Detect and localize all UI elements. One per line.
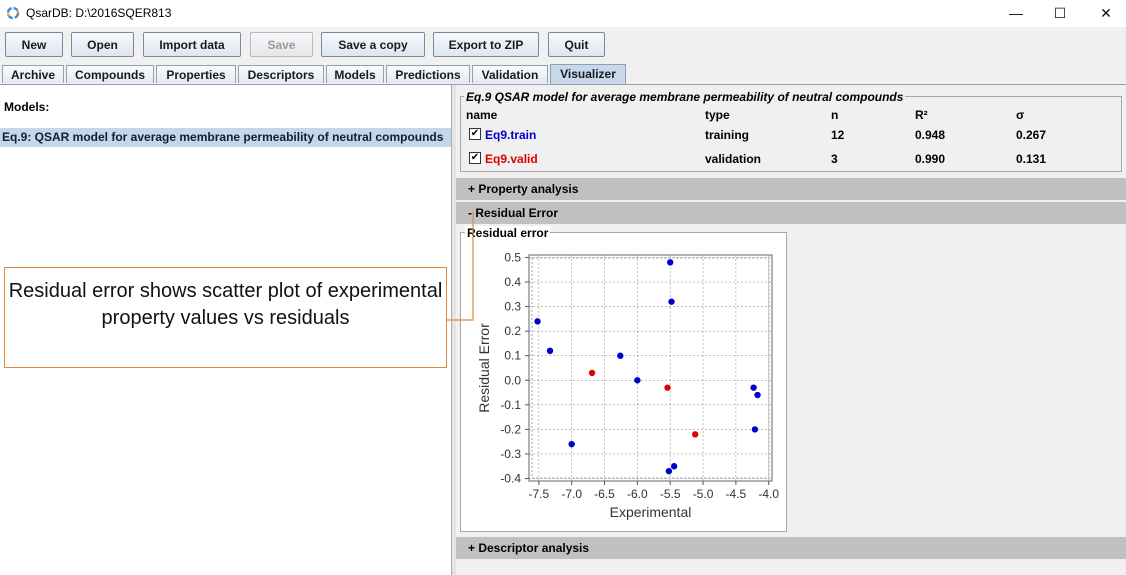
y-tick-label: 0.4: [504, 275, 521, 289]
tab-models[interactable]: Models: [326, 65, 384, 83]
y-tick-label: 0.1: [504, 349, 521, 363]
new-button[interactable]: New: [5, 32, 63, 57]
train-data-point: [668, 298, 675, 305]
tab-archive[interactable]: Archive: [2, 65, 64, 83]
column-header-sigma: σ: [1016, 108, 1025, 122]
property-analysis-header[interactable]: + Property analysis: [456, 178, 1126, 200]
x-tick-label: -4.5: [726, 487, 747, 501]
y-tick-label: 0.5: [504, 250, 521, 264]
series-r2-valid: 0.990: [915, 152, 946, 166]
train-data-point: [534, 318, 541, 325]
residual-scatter-chart: -7.5 -7.0 -6.5 -6.0 -5.5 -5.0 -4.5 -4.0 0.5 0.4 0.…: [476, 250, 779, 520]
model-list-item[interactable]: Eq.9: QSAR model for average membrane pe…: [0, 128, 451, 147]
y-tick-label: 0.3: [504, 300, 521, 314]
x-tick-label: -5.0: [693, 487, 714, 501]
tab-predictions[interactable]: Predictions: [386, 65, 470, 83]
series-name-valid: Eq9.valid: [485, 152, 538, 166]
y-tick-label: -0.2: [500, 422, 521, 436]
train-data-point: [617, 352, 624, 359]
tab-validation[interactable]: Validation: [472, 65, 548, 83]
x-axis-label: Experimental: [610, 504, 692, 520]
train-series-checkbox[interactable]: ✔: [469, 128, 481, 140]
series-type-valid: validation: [705, 152, 762, 166]
residual-error-header[interactable]: - Residual Error: [456, 202, 1126, 224]
save-a-copy-button[interactable]: Save a copy: [321, 32, 425, 57]
plot-area: [528, 254, 773, 482]
window-title: QsarDB: D:\2016SQER813: [26, 6, 172, 20]
import-data-button[interactable]: Import data: [143, 32, 241, 57]
column-header-name: name: [466, 108, 498, 122]
residual-plot-title: Residual error: [465, 226, 551, 240]
valid-data-point: [588, 369, 596, 377]
callout-connector: [447, 212, 474, 321]
y-tick-label: -0.3: [500, 447, 521, 461]
minimize-icon[interactable]: —: [994, 2, 1038, 24]
train-data-point: [670, 463, 678, 470]
column-header-n: n: [831, 108, 839, 122]
train-data-point: [754, 391, 761, 399]
tab-descriptors[interactable]: Descriptors: [238, 65, 324, 83]
descriptor-analysis-header[interactable]: + Descriptor analysis: [456, 537, 1126, 559]
residual-plot-panel: -7.5 -7.0 -6.5 -6.0 -5.5 -5.0 -4.5 -4.0 0.5 0.4 0.…: [460, 232, 787, 532]
tab-visualizer[interactable]: Visualizer: [550, 64, 626, 84]
valid-data-point: [664, 384, 671, 391]
tab-properties[interactable]: Properties: [156, 65, 236, 83]
main-tabs: Archive Compounds Properties Descriptors…: [0, 64, 1126, 85]
column-header-type: type: [705, 108, 730, 122]
quit-button[interactable]: Quit: [548, 32, 605, 57]
open-button[interactable]: Open: [71, 32, 134, 57]
x-tick-label: -6.5: [594, 487, 615, 501]
tab-compounds[interactable]: Compounds: [66, 65, 154, 83]
valid-series-checkbox[interactable]: ✔: [469, 152, 481, 164]
models-header: Models:: [4, 100, 50, 114]
y-tick-label: 0.2: [504, 324, 521, 338]
train-data-point: [665, 467, 673, 475]
series-type-train: training: [705, 128, 749, 142]
toolbar: New Open Import data Save Save a copy Ex…: [0, 28, 1126, 64]
series-n-valid: 3: [831, 152, 838, 166]
y-tick-label: -0.4: [500, 472, 521, 486]
train-data-point: [751, 426, 759, 433]
series-sigma-train: 0.267: [1016, 128, 1047, 142]
series-sigma-valid: 0.131: [1016, 152, 1047, 166]
valid-data-point: [691, 431, 699, 438]
train-data-point: [667, 259, 674, 266]
x-tick-label: -4.0: [758, 487, 779, 501]
train-data-point: [634, 377, 641, 384]
column-header-r2: R²: [915, 108, 928, 122]
close-icon[interactable]: ✕: [1084, 2, 1126, 24]
x-tick-label: -5.5: [660, 487, 681, 501]
save-button[interactable]: Save: [250, 32, 313, 57]
train-data-point: [546, 347, 554, 355]
train-data-point: [568, 440, 575, 448]
annotation-callout: Residual error shows scatter plot of exp…: [4, 267, 447, 368]
y-axis-label: Residual Error: [476, 323, 492, 413]
x-tick-label: -7.5: [529, 487, 550, 501]
model-summary-title: Eq.9 QSAR model for average membrane per…: [464, 90, 906, 104]
app-logo-icon: [6, 6, 20, 20]
export-to-zip-button[interactable]: Export to ZIP: [433, 32, 539, 57]
y-tick-label: -0.1: [500, 398, 521, 412]
x-tick-label: -7.0: [561, 487, 582, 501]
x-tick-label: -6.0: [627, 487, 648, 501]
maximize-icon[interactable]: ☐: [1038, 2, 1082, 24]
series-r2-train: 0.948: [915, 128, 946, 142]
title-bar: QsarDB: D:\2016SQER813 — ☐ ✕: [0, 0, 1126, 27]
train-data-point: [750, 384, 757, 391]
series-n-train: 12: [831, 128, 845, 142]
y-tick-label: 0.0: [504, 373, 521, 387]
series-name-train: Eq9.train: [485, 128, 537, 142]
